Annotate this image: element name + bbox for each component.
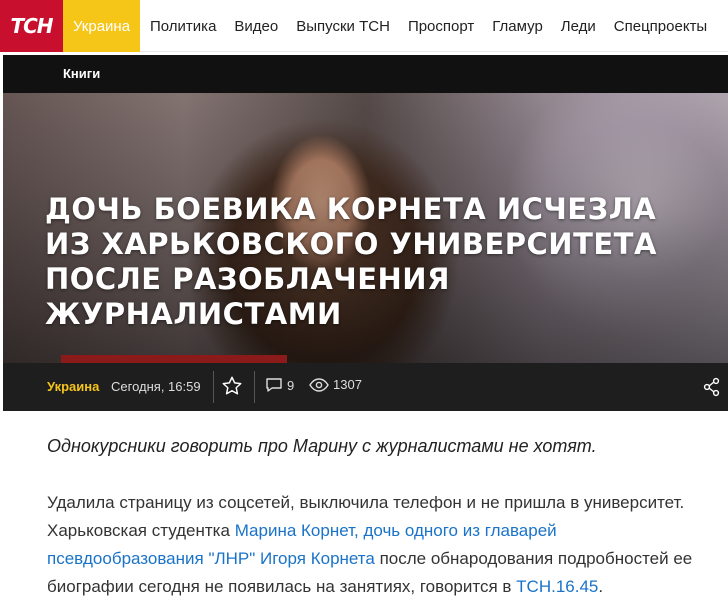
- link-tsn-1645[interactable]: ТСН.16.45: [516, 577, 598, 596]
- meta-divider: [254, 371, 255, 403]
- article-meta-bar: Украина Сегодня, 16:59 9 1307: [3, 363, 728, 411]
- nav-item-tsn-episodes[interactable]: Выпуски ТСН: [296, 18, 390, 35]
- nav-item-video[interactable]: Видео: [234, 18, 278, 35]
- star-icon[interactable]: [221, 375, 243, 397]
- comment-icon: [266, 378, 282, 392]
- article-headline: Дочь боевика Корнета исчезла из Харьковс…: [45, 192, 657, 331]
- views-count: 1307: [309, 377, 362, 392]
- decorative-strip: [61, 355, 287, 363]
- share-icon[interactable]: [702, 377, 722, 397]
- nav-item-ukraine[interactable]: Украина: [63, 0, 140, 52]
- article-paragraph: Удалила страницу из соцсетей, выключила …: [47, 489, 717, 599]
- nav-item-prosport[interactable]: Проспорт: [408, 18, 474, 35]
- views-number: 1307: [333, 377, 362, 392]
- comments-number: 9: [287, 377, 295, 393]
- tsn-logo[interactable]: ТСН: [0, 0, 63, 52]
- article-lead: Однокурсники говорить про Марину с журна…: [47, 436, 597, 456]
- nav-items: Политика Видео Выпуски ТСН Проспорт Глам…: [140, 0, 715, 52]
- nav-item-glamour[interactable]: Гламур: [492, 18, 543, 35]
- paragraph-text: .: [598, 577, 604, 596]
- meta-category[interactable]: Украина: [47, 379, 99, 394]
- meta-time: Сегодня, 16:59: [111, 379, 201, 394]
- nav-item-label: Украина: [72, 17, 131, 35]
- nav-item-ladies[interactable]: Леди: [561, 18, 596, 35]
- logo-text: ТСН: [10, 14, 53, 38]
- nav-item-special-projects[interactable]: Спецпроекты: [614, 18, 707, 35]
- nav-item-politics[interactable]: Политика: [150, 18, 216, 35]
- eye-icon: [309, 377, 329, 392]
- comments-count[interactable]: 9: [265, 377, 294, 393]
- top-navigation: ТСН Украина Политика Видео Выпуски ТСН П…: [0, 0, 728, 52]
- meta-divider: [213, 371, 214, 403]
- section-bar: Книги: [3, 55, 728, 93]
- section-label[interactable]: Книги: [63, 66, 100, 81]
